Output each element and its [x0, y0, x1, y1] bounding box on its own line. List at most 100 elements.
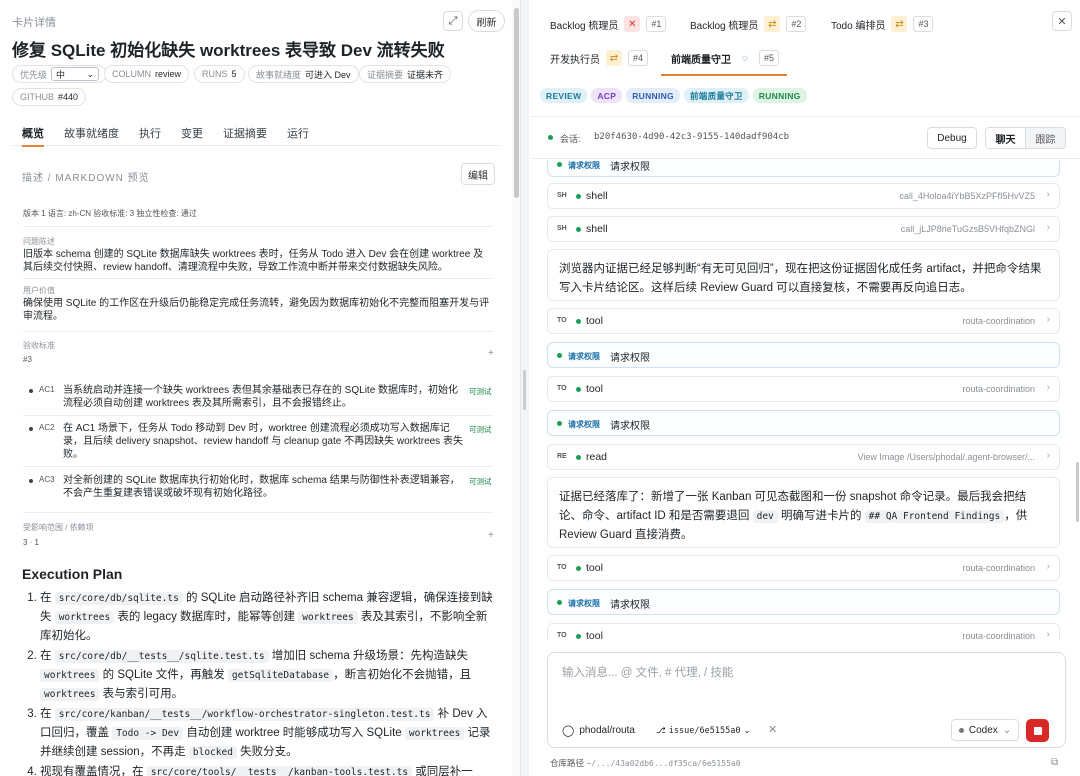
tool-call-row[interactable]: TO tool routa-coordination › — [547, 376, 1060, 402]
testable-badge: 可测试 — [469, 425, 492, 434]
card-detail-label: 卡片详情 — [12, 17, 56, 29]
status-badge: REVIEW — [540, 88, 588, 103]
tool-call-row[interactable]: TO tool routa-coordination › — [547, 555, 1060, 581]
session-label: 会话: — [560, 134, 581, 144]
deps-label: 受影响范围 / 依赖项 — [23, 523, 94, 532]
column-value: review — [155, 69, 182, 79]
debug-button[interactable]: Debug — [927, 127, 977, 149]
status-badge: 前端质量守卫 — [683, 88, 749, 103]
status-tags: REVIEW ACP RUNNING 前端质量守卫 RUNNING — [540, 88, 807, 103]
divider — [23, 466, 493, 467]
runs-value: 5 — [231, 69, 237, 79]
permission-request[interactable]: 请求权限 请求权限 — [547, 410, 1060, 436]
tool-call-row[interactable]: SH shell call_jLJP8rieTuGzsB5VHfqbZNGl › — [547, 216, 1060, 242]
github-badge[interactable]: GITHUB #440 — [12, 88, 87, 106]
status-dot — [576, 227, 581, 232]
tool-name: shell — [586, 223, 608, 235]
divider — [23, 512, 493, 513]
status-dot — [576, 387, 581, 392]
tab-number: #3 — [913, 16, 934, 32]
workspace-label: 仓库路径 — [550, 758, 585, 768]
priority-value: 中 — [56, 69, 66, 80]
chevron-right-icon: › — [1046, 222, 1050, 233]
permission-request[interactable]: 请求权限 请求权限 — [547, 589, 1060, 615]
edit-button[interactable]: 编辑 — [461, 163, 495, 185]
bullet-icon — [29, 427, 33, 431]
priority-label: 优先级 — [20, 69, 48, 80]
tab-number: #4 — [628, 50, 649, 66]
story-readiness-badge: 故事就绪度 可进入 Dev — [248, 65, 359, 83]
session-id: b20f4630-4d90-42c3-9155-140dadf904cb — [594, 132, 790, 142]
repo-selector[interactable]: ◯ phodal/routa — [562, 724, 635, 737]
model-selector[interactable]: Codex ⌄ — [951, 719, 1019, 741]
trace-view-button[interactable]: 跟踪 — [1026, 128, 1065, 148]
inline-code: ## QA Frontend Findings — [864, 510, 1005, 523]
close-button[interactable]: ✕ — [1052, 11, 1072, 31]
tab-session-2[interactable]: Backlog 梳理员 ⇄ #2 — [690, 11, 807, 37]
github-label: GITHUB — [20, 92, 55, 102]
tab-session-3[interactable]: Todo 编排员 ⇄ #3 — [831, 11, 934, 37]
copy-icon[interactable]: ⧉ — [1051, 757, 1058, 768]
message-input[interactable]: 输入消息... @ 文件, # 代理, / 技能 — [562, 664, 733, 680]
expand-deps-icon[interactable]: + — [488, 530, 494, 541]
refresh-button[interactable]: 刷新 — [468, 10, 505, 32]
clear-branch-icon[interactable]: ✕ — [768, 723, 777, 736]
execution-plan-list: 在 src/core/db/sqlite.ts 的 SQLite 启动路径补齐旧… — [26, 589, 496, 776]
description-meta: 版本 1 语言: zh-CN 验收标准: 3 独立性检查: 通过 — [23, 209, 197, 218]
tool-call-row[interactable]: RE read View Image /Users/phodal/.agent-… — [547, 444, 1060, 470]
expand-criteria-icon[interactable]: + — [488, 348, 494, 359]
description-header: 描述 / MARKDOWN 预览 编辑 — [12, 160, 500, 190]
status-dot — [557, 353, 562, 358]
tab-number: #5 — [759, 50, 780, 66]
tab-story-readiness[interactable]: 故事就绪度 — [54, 122, 129, 146]
tab-session-5[interactable]: 前端质量守卫 ◌ #5 — [660, 45, 788, 76]
permission-request[interactable]: 请求权限 请求权限 — [547, 342, 1060, 368]
status-badge: RUNNING — [752, 88, 807, 103]
branch-selector[interactable]: ⎇ issue/6e5155a0 ⌄ — [656, 725, 751, 736]
stop-button[interactable] — [1026, 719, 1049, 742]
tool-ref: routa-coordination — [962, 316, 1035, 326]
tab-label: Backlog 梳理员 — [550, 20, 619, 32]
tool-call-row[interactable]: SH shell call_4Holoa4iYbB5XzPFfI5HvVZ5 › — [547, 183, 1060, 209]
view-toggle: 聊天 跟踪 — [985, 127, 1066, 149]
swap-icon: ⇄ — [891, 16, 908, 32]
tab-session-4[interactable]: 开发执行员 ⇄ #4 — [550, 45, 649, 71]
priority-select[interactable]: 中 ⌄ — [51, 67, 100, 81]
stop-icon — [1033, 726, 1042, 735]
permission-request[interactable]: 请求权限 请求权限 — [547, 160, 1060, 177]
left-scrollbar-thumb[interactable] — [514, 8, 519, 198]
tab-session-1[interactable]: Backlog 梳理员 ✕ #1 — [550, 11, 667, 37]
tab-overview[interactable]: 概览 — [12, 122, 54, 147]
swap-icon: ⇄ — [764, 16, 781, 32]
status-dot — [557, 162, 562, 167]
chat-view-button[interactable]: 聊天 — [986, 128, 1026, 148]
value-label: 用户价值 — [23, 286, 55, 295]
tool-call-row[interactable]: TO tool routa-coordination › — [547, 623, 1060, 640]
tab-label: Todo 编排员 — [831, 20, 886, 32]
bullet-icon — [29, 479, 33, 483]
assistant-message: 证据已经落库了：新增了一张 Kanban 可见态截图和一份 snapshot 命… — [547, 477, 1060, 548]
expand-button[interactable]: ⤢ — [443, 11, 463, 31]
bullet-icon — [29, 389, 33, 393]
spinner-icon: ◌ — [742, 52, 748, 64]
tool-call-row[interactable]: TO tool routa-coordination › — [547, 308, 1060, 334]
grip-icon[interactable] — [523, 370, 526, 410]
tool-ref: routa-coordination — [962, 384, 1035, 394]
priority-field: 优先级 中 ⌄ — [12, 65, 108, 83]
tab-runs[interactable]: 运行 — [277, 122, 319, 146]
tool-ref: call_jLJP8rieTuGzsB5VHfqbZNGl — [900, 224, 1035, 234]
runs-badge: RUNS 5 — [194, 65, 245, 83]
status-dot — [576, 455, 581, 460]
tab-execution[interactable]: 执行 — [129, 122, 171, 146]
tab-evidence[interactable]: 证据摘要 — [213, 122, 277, 146]
tool-name: read — [586, 451, 608, 463]
criteria-item: AC2 在 AC1 场景下，任务从 Todo 移动到 Dev 时，worktre… — [23, 422, 495, 464]
permission-text: 请求权限 — [610, 600, 650, 611]
tab-changes[interactable]: 变更 — [171, 122, 213, 146]
status-badge: ACP — [591, 88, 623, 103]
chevron-right-icon: › — [1046, 629, 1050, 640]
tool-ref: routa-coordination — [962, 563, 1035, 573]
status-dot — [557, 600, 562, 605]
right-scrollbar-thumb[interactable] — [1076, 462, 1079, 522]
chevron-right-icon: › — [1046, 382, 1050, 393]
